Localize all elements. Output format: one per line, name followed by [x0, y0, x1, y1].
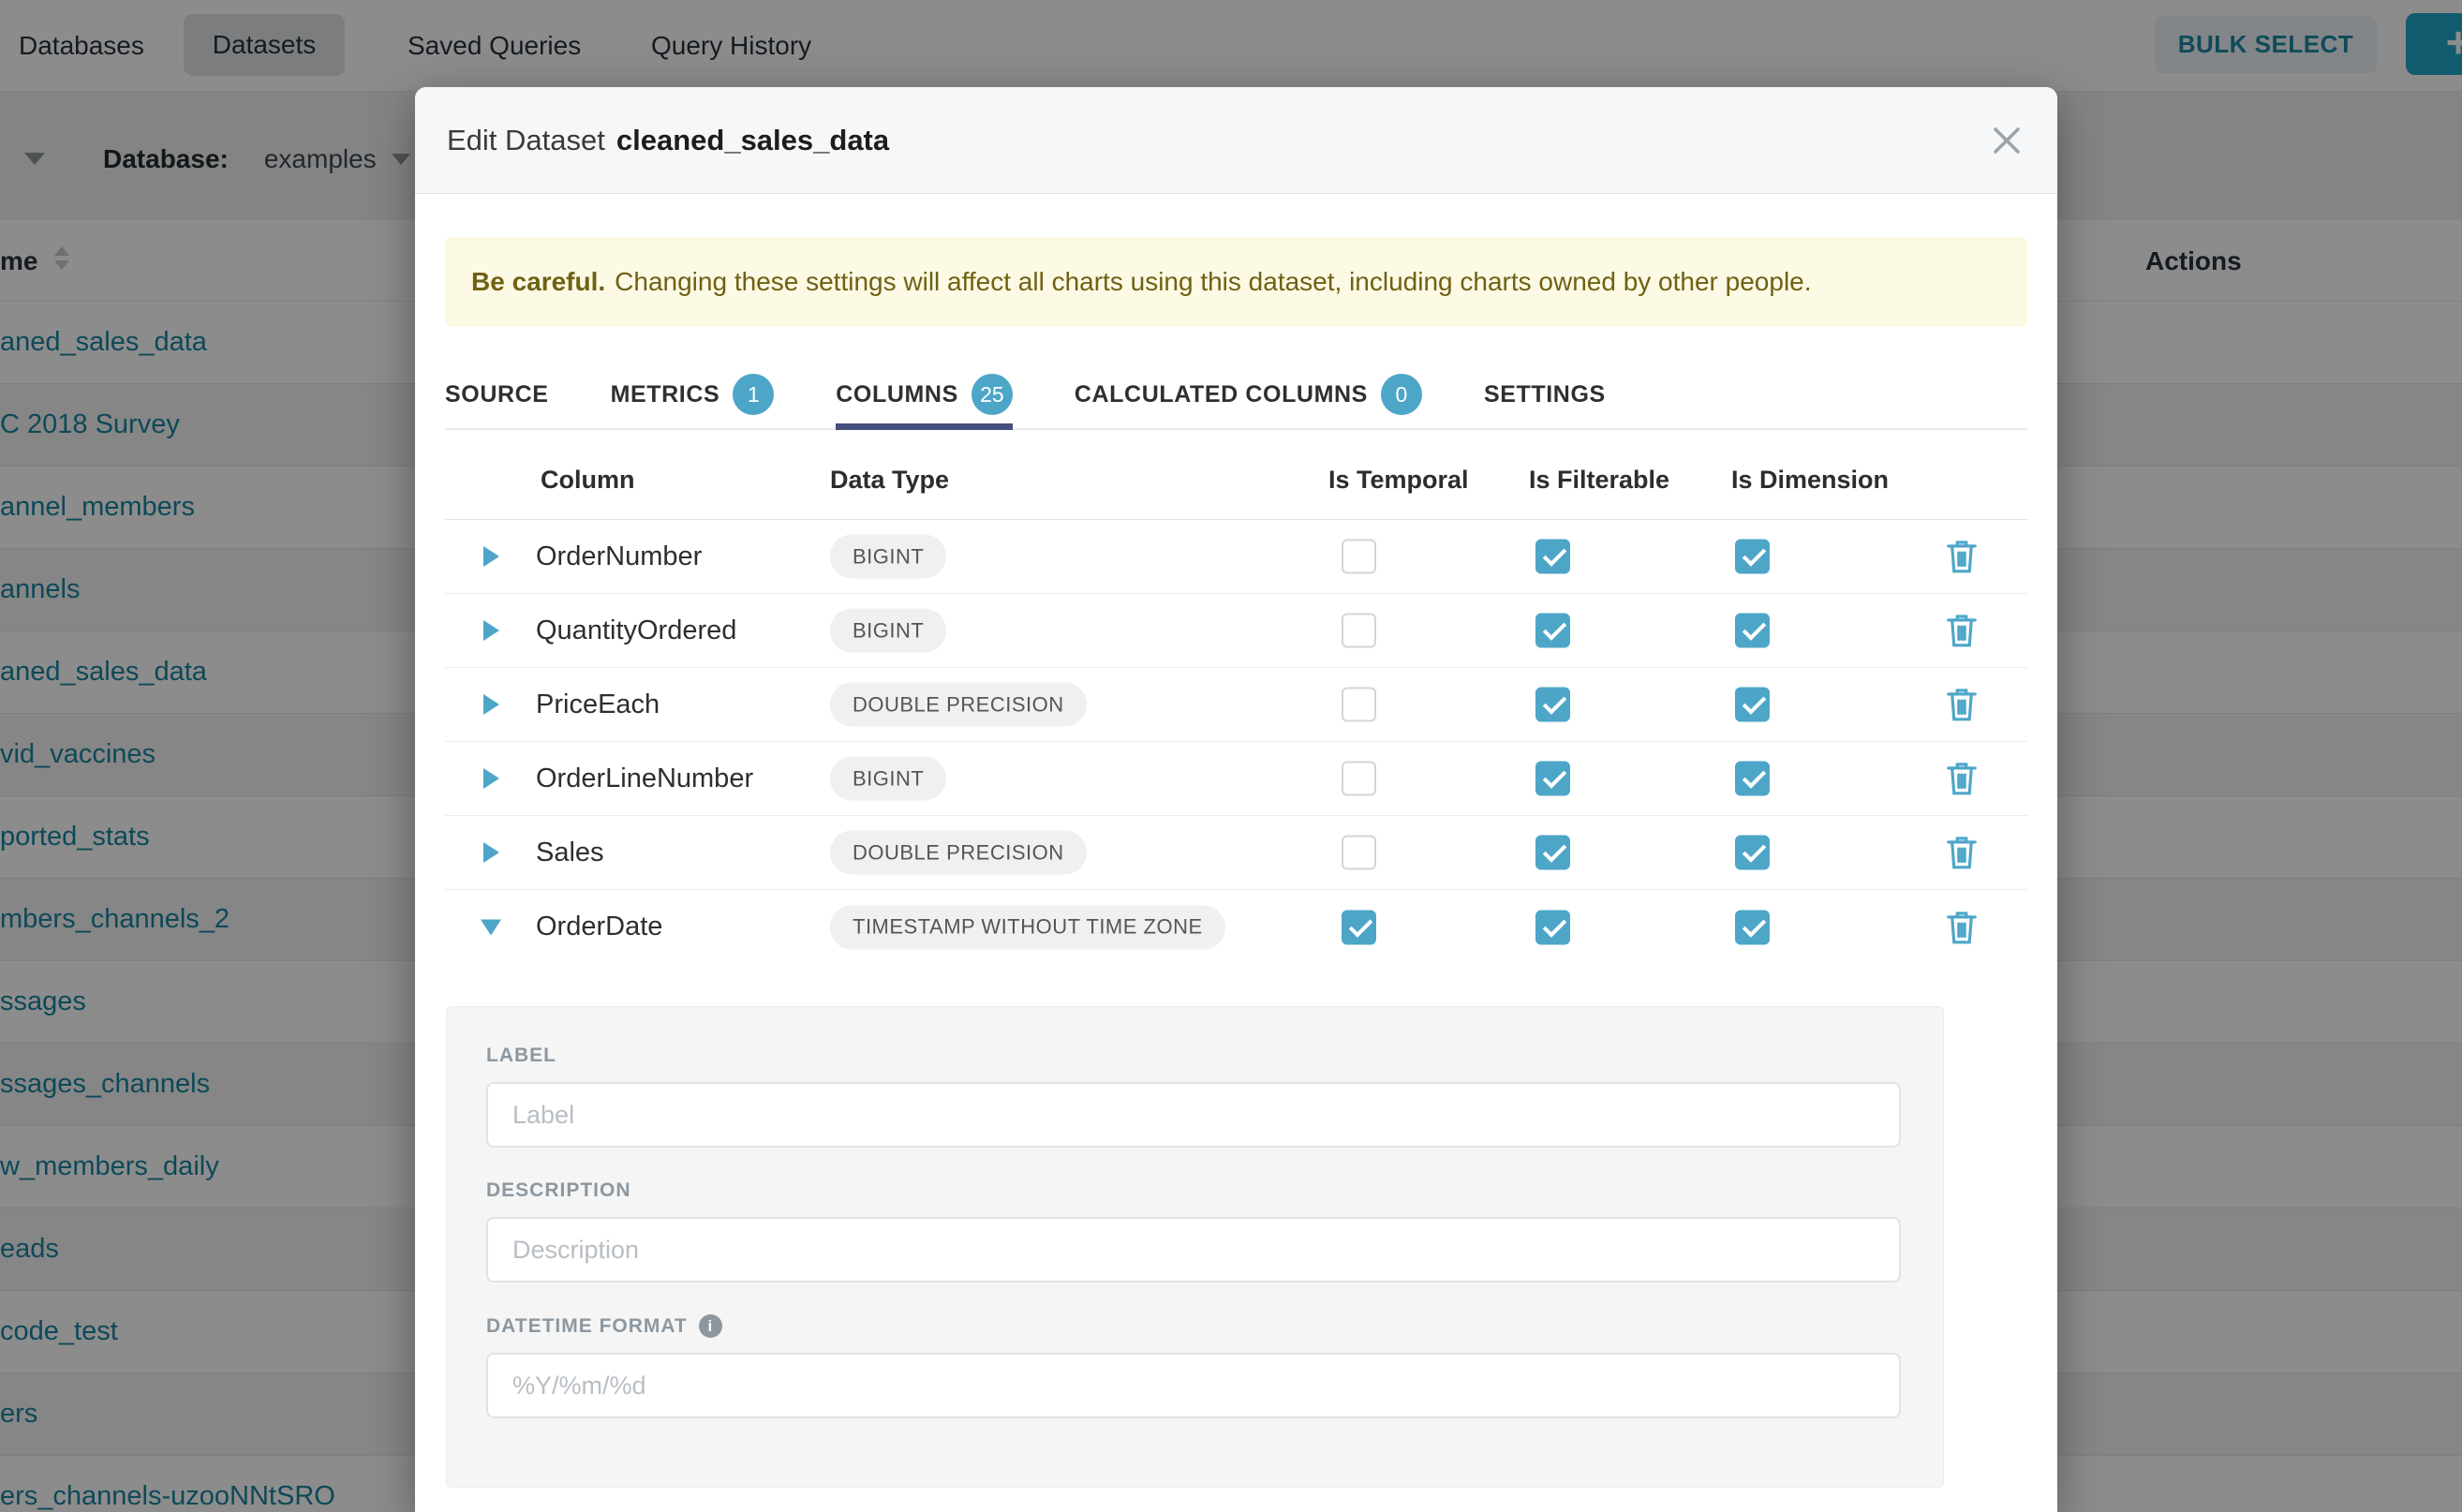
is-filterable-checkbox[interactable]	[1535, 762, 1570, 796]
modal-title: Edit Dataset	[447, 124, 605, 157]
columns-table-header: Column Data Type Is Temporal Is Filterab…	[445, 439, 2027, 520]
is-filterable-checkbox[interactable]	[1535, 836, 1570, 870]
tab-calculated-columns[interactable]: CALCULATED COLUMNS 0	[1075, 361, 1422, 428]
trash-icon[interactable]	[1944, 685, 1980, 724]
modal-header: Edit Dataset cleaned_sales_data	[415, 87, 2057, 194]
is-temporal-checkbox[interactable]	[1342, 614, 1376, 648]
column-name: PriceEach	[536, 668, 660, 742]
is-dimension-checkbox[interactable]	[1735, 910, 1770, 944]
columns-table: Column Data Type Is Temporal Is Filterab…	[445, 439, 2027, 964]
chevron-down-icon[interactable]	[481, 919, 501, 935]
header-is-dimension: Is Dimension	[1731, 439, 1889, 520]
label-input[interactable]	[486, 1082, 1901, 1148]
trash-icon[interactable]	[1944, 908, 1980, 947]
column-row: QuantityOrdered BIGINT	[445, 594, 2027, 668]
is-dimension-checkbox[interactable]	[1735, 614, 1770, 648]
datetime-format-input[interactable]	[486, 1353, 1901, 1418]
app-root: Databases Datasets Saved Queries Query H…	[0, 0, 2462, 1512]
column-row-expanded: OrderDate TIMESTAMP WITHOUT TIME ZONE	[445, 890, 2027, 964]
datetime-format-field-label: DATETIME FORMAT i	[486, 1314, 1904, 1338]
header-is-temporal: Is Temporal	[1328, 439, 1469, 520]
trash-icon[interactable]	[1944, 759, 1980, 798]
column-name: OrderDate	[536, 890, 662, 964]
is-dimension-checkbox[interactable]	[1735, 688, 1770, 722]
chevron-right-icon[interactable]	[483, 842, 499, 863]
warning-banner-text: Changing these settings will affect all …	[615, 267, 1811, 297]
calculated-columns-count-badge: 0	[1381, 374, 1422, 415]
is-dimension-checkbox[interactable]	[1735, 762, 1770, 796]
data-type-pill: BIGINT	[830, 757, 946, 801]
tab-settings-label: SETTINGS	[1484, 381, 1606, 408]
is-temporal-checkbox[interactable]	[1342, 836, 1376, 870]
is-dimension-checkbox[interactable]	[1735, 540, 1770, 574]
column-detail-panel: LABEL DESCRIPTION DATETIME FORMAT i	[446, 1006, 1944, 1488]
metrics-count-badge: 1	[733, 374, 774, 415]
description-input[interactable]	[486, 1217, 1901, 1282]
tab-metrics[interactable]: METRICS 1	[611, 361, 775, 428]
column-name: OrderLineNumber	[536, 742, 753, 816]
data-type-pill: BIGINT	[830, 609, 946, 653]
description-field-label: DESCRIPTION	[486, 1179, 1904, 1202]
header-is-filterable: Is Filterable	[1529, 439, 1669, 520]
chevron-right-icon[interactable]	[483, 546, 499, 567]
tab-source[interactable]: SOURCE	[445, 361, 549, 428]
header-column: Column	[541, 439, 635, 520]
data-type-pill: BIGINT	[830, 535, 946, 579]
column-name: QuantityOrdered	[536, 594, 736, 668]
is-temporal-checkbox[interactable]	[1342, 762, 1376, 796]
column-row: OrderLineNumber BIGINT	[445, 742, 2027, 816]
trash-icon[interactable]	[1944, 611, 1980, 650]
modal-title-dataset-name: cleaned_sales_data	[616, 124, 889, 157]
trash-icon[interactable]	[1944, 833, 1980, 872]
is-dimension-checkbox[interactable]	[1735, 836, 1770, 870]
modal-tabs: SOURCE METRICS 1 COLUMNS 25 CALCULATED C…	[445, 361, 2027, 430]
column-name: OrderNumber	[536, 520, 702, 594]
is-filterable-checkbox[interactable]	[1535, 614, 1570, 648]
data-type-pill: DOUBLE PRECISION	[830, 831, 1087, 875]
columns-count-badge: 25	[971, 374, 1013, 415]
data-type-pill: DOUBLE PRECISION	[830, 683, 1087, 727]
column-row: OrderNumber BIGINT	[445, 520, 2027, 594]
is-temporal-checkbox[interactable]	[1342, 910, 1376, 944]
tab-metrics-label: METRICS	[611, 381, 720, 408]
warning-banner-bold: Be careful.	[471, 267, 605, 297]
is-filterable-checkbox[interactable]	[1535, 910, 1570, 944]
tab-calculated-columns-label: CALCULATED COLUMNS	[1075, 381, 1368, 408]
tab-source-label: SOURCE	[445, 381, 549, 408]
trash-icon[interactable]	[1944, 537, 1980, 576]
column-name: Sales	[536, 816, 604, 890]
warning-banner: Be careful. Changing these settings will…	[445, 237, 2027, 327]
tab-columns-label: COLUMNS	[836, 381, 958, 408]
is-filterable-checkbox[interactable]	[1535, 540, 1570, 574]
chevron-right-icon[interactable]	[483, 620, 499, 641]
header-data-type: Data Type	[830, 439, 949, 520]
close-icon[interactable]	[1988, 122, 2025, 159]
data-type-pill: TIMESTAMP WITHOUT TIME ZONE	[830, 905, 1225, 949]
datetime-format-label-text: DATETIME FORMAT	[486, 1315, 688, 1338]
is-filterable-checkbox[interactable]	[1535, 688, 1570, 722]
chevron-right-icon[interactable]	[483, 768, 499, 789]
info-icon[interactable]: i	[699, 1314, 722, 1338]
tab-columns[interactable]: COLUMNS 25	[836, 361, 1013, 428]
column-row: Sales DOUBLE PRECISION	[445, 816, 2027, 890]
label-field-label: LABEL	[486, 1045, 1904, 1067]
column-row: PriceEach DOUBLE PRECISION	[445, 668, 2027, 742]
tab-settings[interactable]: SETTINGS	[1484, 361, 1606, 428]
is-temporal-checkbox[interactable]	[1342, 540, 1376, 574]
edit-dataset-modal: Edit Dataset cleaned_sales_data Be caref…	[415, 87, 2057, 1512]
chevron-right-icon[interactable]	[483, 694, 499, 715]
is-temporal-checkbox[interactable]	[1342, 688, 1376, 722]
